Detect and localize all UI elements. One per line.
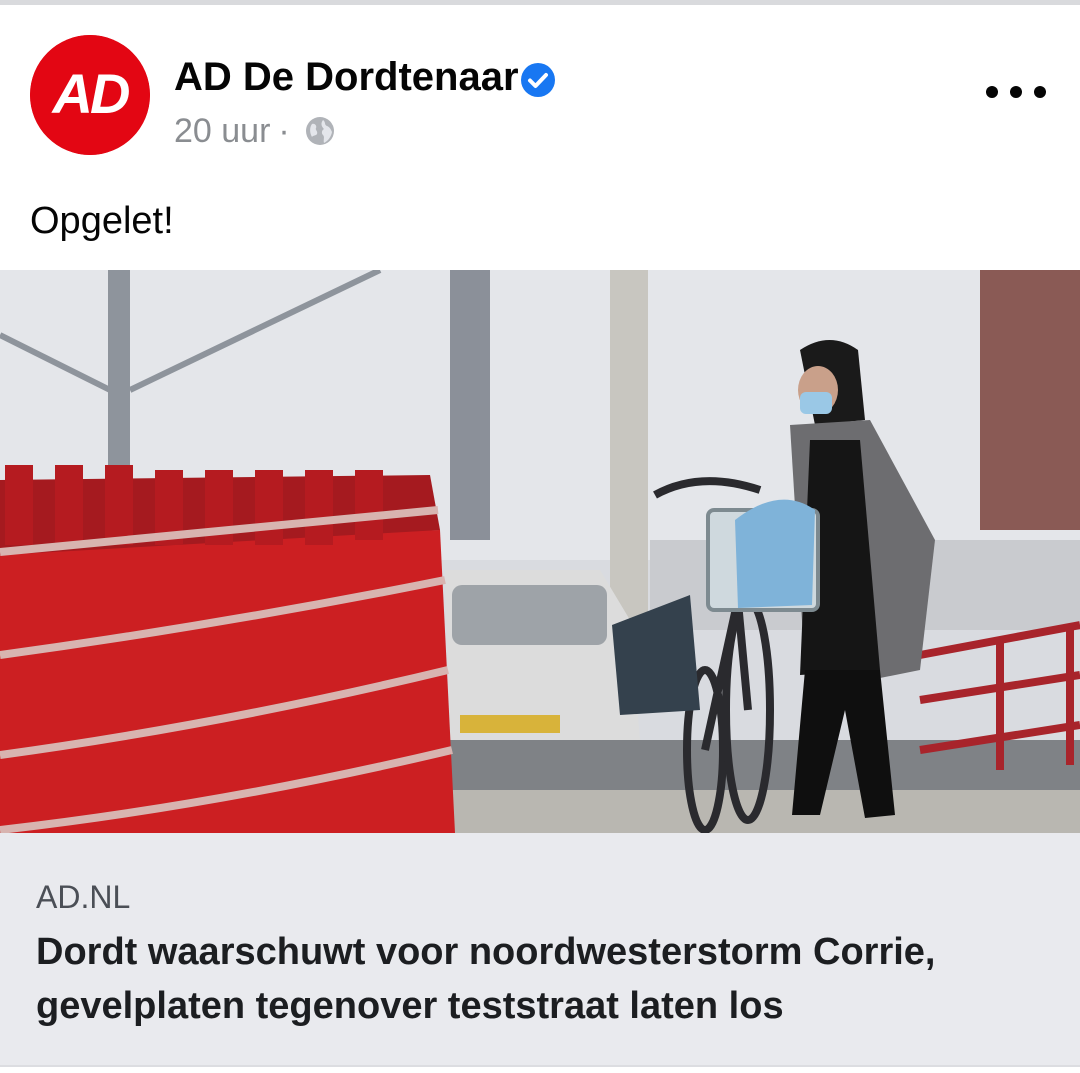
link-domain: AD.NL — [36, 879, 131, 915]
more-options-icon — [986, 86, 998, 98]
verified-badge-icon — [520, 62, 556, 98]
meta-separator: · — [278, 111, 290, 150]
link-title[interactable]: Dordt waarschuwt voor noordwesterstorm C… — [36, 925, 1046, 1033]
more-options-icon — [1034, 86, 1046, 98]
more-options-icon — [1010, 86, 1022, 98]
page-name-link[interactable]: AD De Dordtenaar — [174, 53, 519, 101]
facebook-post: AD AD De Dordtenaar 20 uur · Opgelet! AD… — [0, 5, 1080, 1073]
more-options-button[interactable] — [986, 77, 1046, 107]
post-meta: 20 uur · — [174, 109, 336, 153]
news-photo — [0, 270, 1080, 833]
link-preview-card[interactable]: AD.NL Dordt waarschuwt voor noordwesters… — [0, 833, 1080, 1065]
avatar-logo-text: AD — [51, 62, 129, 125]
page-avatar[interactable]: AD — [30, 35, 150, 155]
bottom-divider — [0, 1065, 1080, 1073]
link-preview-image[interactable] — [0, 270, 1080, 833]
globe-icon — [305, 117, 334, 145]
ad-logo-icon: AD — [30, 35, 150, 155]
post-caption: Opgelet! — [30, 200, 174, 242]
post-timestamp[interactable]: 20 uur — [174, 112, 270, 151]
